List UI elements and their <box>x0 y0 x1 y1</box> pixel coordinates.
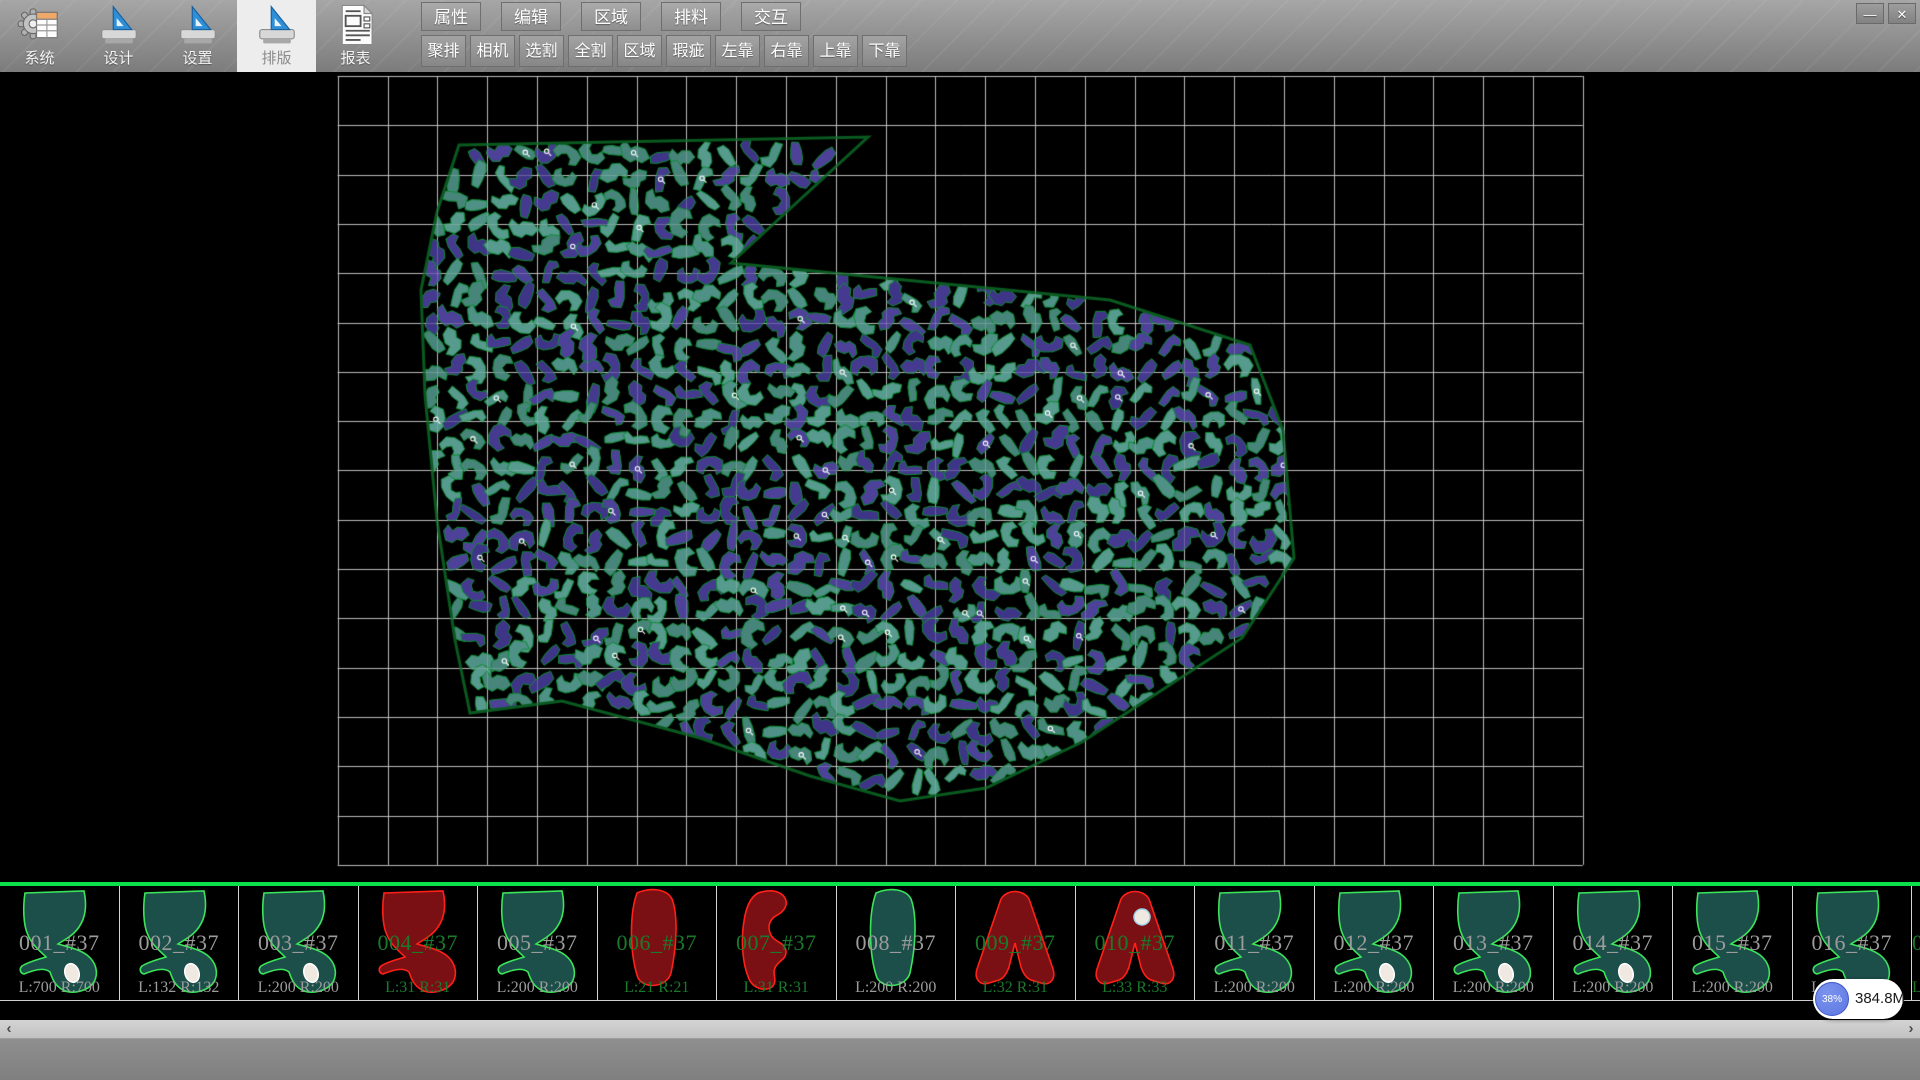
part-lr-count-label: L:31 R:31 <box>717 979 836 997</box>
scroll-left-button[interactable]: ‹ <box>0 1020 18 1038</box>
part-name-label: 010_#37 <box>1076 930 1195 956</box>
nav-tab-label: 设置 <box>158 47 237 68</box>
scroll-right-button[interactable]: › <box>1902 1020 1920 1038</box>
nav-tab-label: 报表 <box>316 47 395 68</box>
design-ruler-icon <box>96 2 142 48</box>
part-name-label: 002_#37 <box>120 930 239 956</box>
progress-percent-badge: 38% <box>1815 982 1849 1016</box>
part-lr-count-label: L:200 R:200 <box>478 979 597 997</box>
part-thumbnail[interactable]: 010_#37 L:33 R:33 <box>1076 886 1196 1000</box>
tool-button-2[interactable]: 相机 <box>470 35 515 67</box>
part-thumbnail[interactable]: 005_#37 L:200 R:200 <box>478 886 598 1000</box>
part-thumbnail[interactable]: 015_#37 L:200 R:200 <box>1673 886 1793 1000</box>
part-lr-count-label: L:200 R:200 <box>837 979 956 997</box>
part-lr-count-label: L:200 R:200 <box>1434 979 1553 997</box>
part-thumbnail[interactable]: 008_#37 L:200 R:200 <box>837 886 957 1000</box>
system-gear-icon <box>17 2 63 48</box>
nav-tab-5[interactable]: 报表 <box>316 0 395 72</box>
part-lr-count-label: L:200 R:200 <box>1673 979 1792 997</box>
menu-bar: 属性编辑区域排料交互 <box>421 2 821 31</box>
part-name-label: 007_#37 <box>717 930 836 956</box>
nav-tab-1[interactable]: 系统 <box>0 0 79 72</box>
toolbar: 系统设计设置排版报表 属性编辑区域排料交互 聚排相机选割全割区域瑕疵左靠右靠上靠… <box>0 0 1920 73</box>
part-name-label: 008_#37 <box>837 930 956 956</box>
tool-button-9[interactable]: 上靠 <box>813 35 858 67</box>
nesting-canvas[interactable] <box>0 72 1920 882</box>
parts-tray: 001_#37L:700 R:700002_#37L:132 R:132003_… <box>0 886 1920 1001</box>
part-lr-count-label: L:21 R:21 <box>598 979 717 997</box>
part-thumbnail[interactable]: 001_#37 L:700 R:700 <box>0 886 120 1000</box>
nav-tab-label: 设计 <box>79 47 158 68</box>
nav-tab-bar: 系统设计设置排版报表 <box>0 0 395 72</box>
part-name-label: 015_#37 <box>1673 930 1792 956</box>
settings-ruler-icon <box>175 2 221 48</box>
part-lr-count-label: L: <box>1912 979 1920 997</box>
tool-button-7[interactable]: 左靠 <box>715 35 760 67</box>
part-name-label: 0 <box>1912 930 1920 956</box>
part-lr-count-label: L:200 R:200 <box>1195 979 1314 997</box>
part-name-label: 001_#37 <box>0 930 119 956</box>
part-name-label: 006_#37 <box>598 930 717 956</box>
nav-tab-3[interactable]: 设置 <box>158 0 237 72</box>
report-icon <box>333 2 379 48</box>
progress-percent-label: 38% <box>1822 994 1842 1005</box>
part-name-label: 009_#37 <box>956 930 1075 956</box>
part-name-label: 003_#37 <box>239 930 358 956</box>
nesting-ruler-icon <box>254 2 300 48</box>
horizontal-scrollbar[interactable]: ‹ › <box>0 1020 1920 1038</box>
part-thumbnail[interactable]: 0 L: <box>1912 886 1920 1000</box>
part-name-label: 014_#37 <box>1554 930 1673 956</box>
part-thumbnail[interactable]: 003_#37 L:200 R:200 <box>239 886 359 1000</box>
menu-item-4[interactable]: 排料 <box>661 2 721 31</box>
close-button[interactable]: ✕ <box>1888 3 1916 24</box>
tool-button-4[interactable]: 全割 <box>568 35 613 67</box>
part-lr-count-label: L:32 R:31 <box>956 979 1075 997</box>
menu-item-1[interactable]: 属性 <box>421 2 481 31</box>
app-window: 系统设计设置排版报表 属性编辑区域排料交互 聚排相机选割全割区域瑕疵左靠右靠上靠… <box>0 0 1920 1080</box>
nav-tab-2[interactable]: 设计 <box>79 0 158 72</box>
minimize-button[interactable]: — <box>1856 3 1884 24</box>
part-name-label: 016_#37 <box>1793 930 1912 956</box>
part-name-label: 011_#37 <box>1195 930 1314 956</box>
part-thumbnail[interactable]: 004_#37 L:31 R:31 <box>359 886 479 1000</box>
part-thumbnail[interactable]: 009_#37 L:32 R:31 <box>956 886 1076 1000</box>
menu-item-3[interactable]: 区域 <box>581 2 641 31</box>
part-name-label: 012_#37 <box>1315 930 1434 956</box>
tray-gap <box>0 1002 1920 1020</box>
part-thumbnail[interactable]: 002_#37 L:132 R:132 <box>120 886 240 1000</box>
window-controls: — ✕ <box>1856 3 1916 24</box>
part-lr-count-label: L:31 R:31 <box>359 979 478 997</box>
part-lr-count-label: L:700 R:700 <box>0 979 119 997</box>
menu-item-5[interactable]: 交互 <box>741 2 801 31</box>
part-lr-count-label: L:200 R:200 <box>239 979 358 997</box>
tool-button-10[interactable]: 下靠 <box>862 35 907 67</box>
part-lr-count-label: L:132 R:132 <box>120 979 239 997</box>
tool-button-8[interactable]: 右靠 <box>764 35 809 67</box>
part-thumbnail[interactable]: 014_#37 L:200 R:200 <box>1554 886 1674 1000</box>
nav-tab-label: 系统 <box>0 47 79 68</box>
status-bar <box>0 1038 1920 1080</box>
part-name-label: 013_#37 <box>1434 930 1553 956</box>
part-thumbnail[interactable]: 013_#37 L:200 R:200 <box>1434 886 1554 1000</box>
tool-button-1[interactable]: 聚排 <box>421 35 466 67</box>
nav-tab-4[interactable]: 排版 <box>237 0 316 72</box>
memory-progress-badge: 38% 384.8M <box>1813 979 1903 1019</box>
part-lr-count-label: L:33 R:33 <box>1076 979 1195 997</box>
part-thumbnail[interactable]: 007_#37 L:31 R:31 <box>717 886 837 1000</box>
menu-item-2[interactable]: 编辑 <box>501 2 561 31</box>
nesting-canvas-area <box>0 72 1920 882</box>
part-name-label: 004_#37 <box>359 930 478 956</box>
tool-button-6[interactable]: 瑕疵 <box>666 35 711 67</box>
tool-button-5[interactable]: 区域 <box>617 35 662 67</box>
tool-button-3[interactable]: 选割 <box>519 35 564 67</box>
part-thumbnail[interactable]: 011_#37 L:200 R:200 <box>1195 886 1315 1000</box>
nav-tab-label: 排版 <box>237 47 316 68</box>
part-lr-count-label: L:200 R:200 <box>1315 979 1434 997</box>
part-thumbnail[interactable]: 006_#37 L:21 R:21 <box>598 886 718 1000</box>
part-lr-count-label: L:200 R:200 <box>1554 979 1673 997</box>
part-name-label: 005_#37 <box>478 930 597 956</box>
memory-usage-label: 384.8M <box>1855 979 1905 1019</box>
part-thumbnail[interactable]: 012_#37 L:200 R:200 <box>1315 886 1435 1000</box>
tool-button-bar: 聚排相机选割全割区域瑕疵左靠右靠上靠下靠 <box>421 35 911 67</box>
